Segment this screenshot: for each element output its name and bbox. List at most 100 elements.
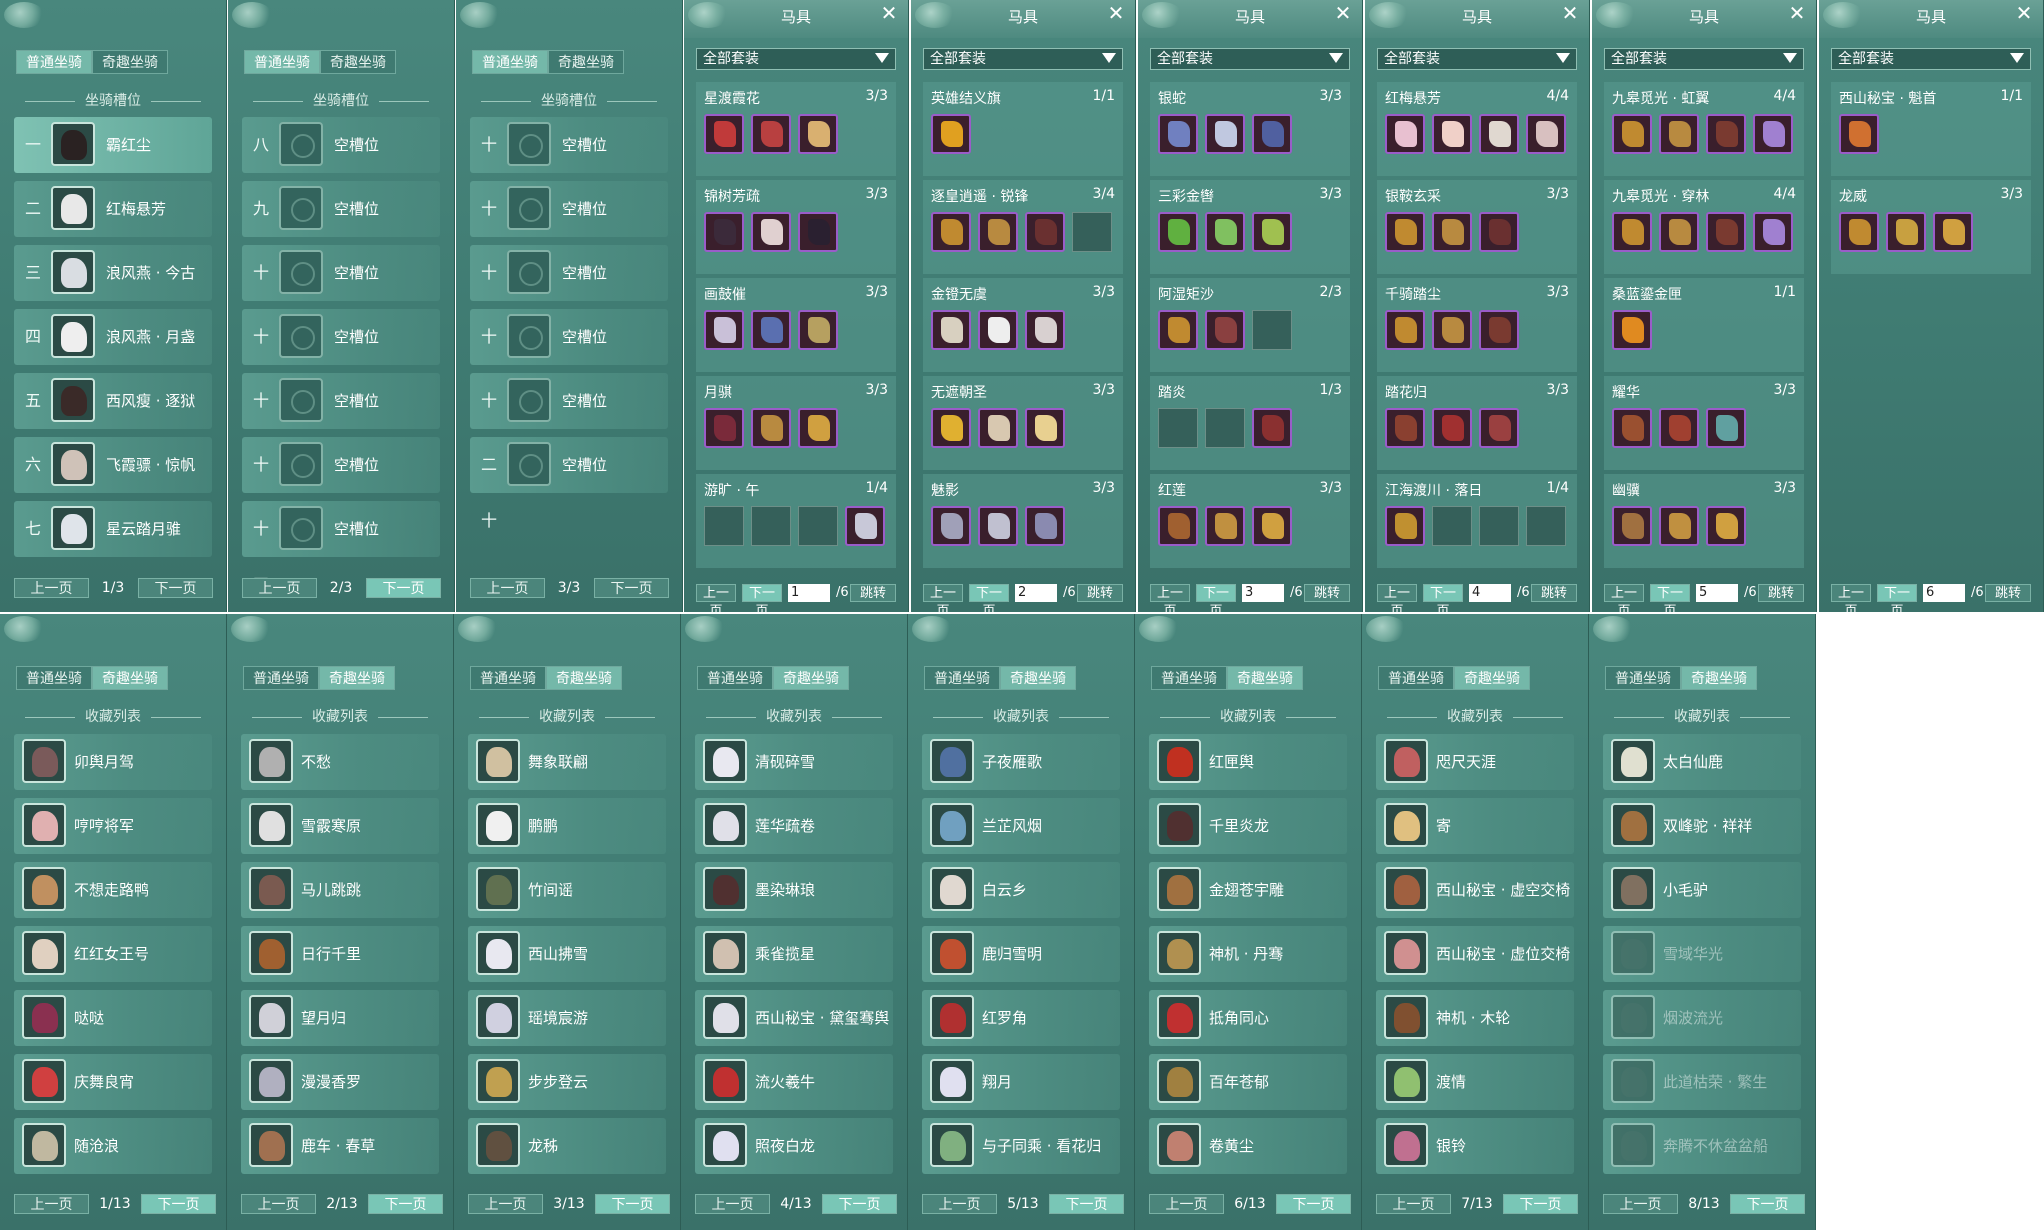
page-input[interactable]: 1 <box>788 584 830 602</box>
prev-page-button[interactable]: 上一页 <box>470 578 545 598</box>
collection-item[interactable]: 烟波流光 <box>1603 990 1801 1046</box>
saddle-item-icon[interactable] <box>704 114 744 154</box>
collection-item[interactable]: 红匣舆 <box>1149 734 1347 790</box>
collection-item[interactable]: 双峰驼 · 祥祥 <box>1603 798 1801 854</box>
collection-item[interactable]: 百年苍郁 <box>1149 1054 1347 1110</box>
prev-page-button[interactable]: 上一页 <box>696 584 736 612</box>
close-icon[interactable]: ✕ <box>1561 3 1579 23</box>
collection-item[interactable]: 神机 · 丹骞 <box>1149 926 1347 982</box>
saddle-item-icon[interactable] <box>1252 408 1292 448</box>
next-page-button[interactable]: 下一页 <box>822 1194 897 1214</box>
prev-page-button[interactable]: 上一页 <box>1377 584 1417 612</box>
next-page-button[interactable]: 下一页 <box>368 1194 443 1214</box>
collection-item[interactable]: 此道枯荣 · 繁生 <box>1603 1054 1801 1110</box>
collection-item[interactable]: 哼哼将军 <box>14 798 212 854</box>
saddle-set[interactable]: 月骐 3/3 <box>696 376 896 470</box>
collection-item[interactable]: 卷黄尘 <box>1149 1118 1347 1174</box>
saddle-set[interactable]: 三彩金辔 3/3 <box>1150 180 1350 274</box>
prev-page-button[interactable]: 上一页 <box>1831 584 1871 612</box>
tab-normal-mount[interactable]: 普通坐骑 <box>697 666 773 690</box>
saddle-item-icon[interactable] <box>1432 408 1472 448</box>
jump-button[interactable]: 跳转 <box>1304 584 1350 602</box>
saddle-item-icon[interactable] <box>1612 212 1652 252</box>
mount-slot-row[interactable]: 二十 空槽位 <box>470 437 668 530</box>
saddle-item-icon[interactable] <box>1659 408 1699 448</box>
set-filter-dropdown[interactable]: 全部套装 <box>1831 48 2031 70</box>
tab-normal-mount[interactable]: 普通坐骑 <box>1605 666 1681 690</box>
mount-slot-row[interactable]: 五 西风瘦 · 逐狱 <box>14 373 212 429</box>
tab-fun-mount[interactable]: 奇趣坐骑 <box>92 50 168 74</box>
collection-item[interactable]: 竹间谣 <box>468 862 666 918</box>
jump-button[interactable]: 跳转 <box>1531 584 1577 602</box>
tab-fun-mount[interactable]: 奇趣坐骑 <box>320 50 396 74</box>
prev-page-button[interactable]: 上一页 <box>922 1194 997 1214</box>
tab-normal-mount[interactable]: 普通坐骑 <box>16 666 92 690</box>
collection-item[interactable]: 哒哒 <box>14 990 212 1046</box>
mount-slot-row[interactable]: 十 空槽位 <box>242 245 440 301</box>
saddle-item-icon[interactable] <box>1659 506 1699 546</box>
saddle-item-icon[interactable] <box>1933 212 1973 252</box>
saddle-set[interactable]: 西山秘宝 · 魁首 1/1 <box>1831 82 2031 176</box>
saddle-item-icon[interactable] <box>798 408 838 448</box>
close-icon[interactable]: ✕ <box>1788 3 1806 23</box>
saddle-item-icon[interactable] <box>1158 310 1198 350</box>
saddle-item-icon[interactable] <box>1706 114 1746 154</box>
mount-slot-row[interactable]: 二 红梅悬芳 <box>14 181 212 237</box>
collection-item[interactable]: 红红女王号 <box>14 926 212 982</box>
saddle-item-icon[interactable] <box>1479 310 1519 350</box>
collection-item[interactable]: 抵角同心 <box>1149 990 1347 1046</box>
saddle-set[interactable]: 红梅悬芳 4/4 <box>1377 82 1577 176</box>
saddle-item-icon[interactable] <box>845 506 885 546</box>
collection-item[interactable]: 咫尺天涯 <box>1376 734 1574 790</box>
collection-item[interactable]: 西山秘宝 · 虚位交椅 <box>1376 926 1574 982</box>
collection-item[interactable]: 奔腾不休盆盆船 <box>1603 1118 1801 1174</box>
page-input[interactable]: 5 <box>1696 584 1738 602</box>
set-filter-dropdown[interactable]: 全部套装 <box>1150 48 1350 70</box>
page-input[interactable]: 3 <box>1242 584 1284 602</box>
tab-fun-mount[interactable]: 奇趣坐骑 <box>1000 666 1076 690</box>
collection-item[interactable]: 银铃 <box>1376 1118 1574 1174</box>
set-filter-dropdown[interactable]: 全部套装 <box>1604 48 1804 70</box>
next-page-button[interactable]: 下一页 <box>138 578 213 598</box>
saddle-item-icon[interactable] <box>1612 310 1652 350</box>
saddle-set[interactable]: 画鼓催 3/3 <box>696 278 896 372</box>
collection-item[interactable]: 西山秘宝 · 黛玺骞舆 <box>695 990 893 1046</box>
saddle-item-icon[interactable] <box>751 212 791 252</box>
collection-item[interactable]: 鹿车 · 春草 <box>241 1118 439 1174</box>
saddle-set[interactable]: 幽骥 3/3 <box>1604 474 1804 568</box>
collection-item[interactable]: 不愁 <box>241 734 439 790</box>
saddle-item-icon[interactable] <box>931 310 971 350</box>
saddle-item-icon[interactable] <box>1432 114 1472 154</box>
mount-slot-row[interactable]: 十五 空槽位 <box>470 117 668 210</box>
saddle-item-icon[interactable] <box>1612 506 1652 546</box>
saddle-item-icon[interactable] <box>704 212 744 252</box>
saddle-set[interactable]: 阿湿矩沙 2/3 <box>1150 278 1350 372</box>
saddle-item-icon[interactable] <box>1025 310 1065 350</box>
collection-item[interactable]: 白云乡 <box>922 862 1120 918</box>
next-page-button[interactable]: 下一页 <box>742 584 782 612</box>
saddle-item-icon[interactable] <box>1025 212 1065 252</box>
saddle-item-icon[interactable] <box>1612 114 1652 154</box>
collection-item[interactable]: 神机 · 木轮 <box>1376 990 1574 1046</box>
mount-slot-row[interactable]: 十三 空槽位 <box>242 437 440 530</box>
tab-fun-mount[interactable]: 奇趣坐骑 <box>1454 666 1530 690</box>
tab-normal-mount[interactable]: 普通坐骑 <box>1378 666 1454 690</box>
prev-page-button[interactable]: 上一页 <box>1603 1194 1678 1214</box>
saddle-set[interactable]: 九皋觅光 · 虹翼 4/4 <box>1604 82 1804 176</box>
tab-normal-mount[interactable]: 普通坐骑 <box>472 50 548 74</box>
mount-slot-row[interactable]: 六 飞霞骠 · 惊帆 <box>14 437 212 493</box>
prev-page-button[interactable]: 上一页 <box>242 578 317 598</box>
mount-slot-row[interactable]: 十二 空槽位 <box>242 373 440 466</box>
next-page-button[interactable]: 下一页 <box>1730 1194 1805 1214</box>
saddle-set[interactable]: 逐皇逍遥 · 锐锋 3/4 <box>923 180 1123 274</box>
saddle-item-icon[interactable] <box>1479 408 1519 448</box>
saddle-set[interactable]: 英雄结义旗 1/1 <box>923 82 1123 176</box>
saddle-item-icon[interactable] <box>1659 114 1699 154</box>
saddle-item-icon[interactable] <box>1158 114 1198 154</box>
next-page-button[interactable]: 下一页 <box>1503 1194 1578 1214</box>
saddle-item-icon[interactable] <box>1158 506 1198 546</box>
saddle-set[interactable]: 游旷 · 午 1/4 <box>696 474 896 568</box>
collection-item[interactable]: 随沧浪 <box>14 1118 212 1174</box>
next-page-button[interactable]: 下一页 <box>1196 584 1236 612</box>
saddle-item-icon[interactable] <box>1612 408 1652 448</box>
